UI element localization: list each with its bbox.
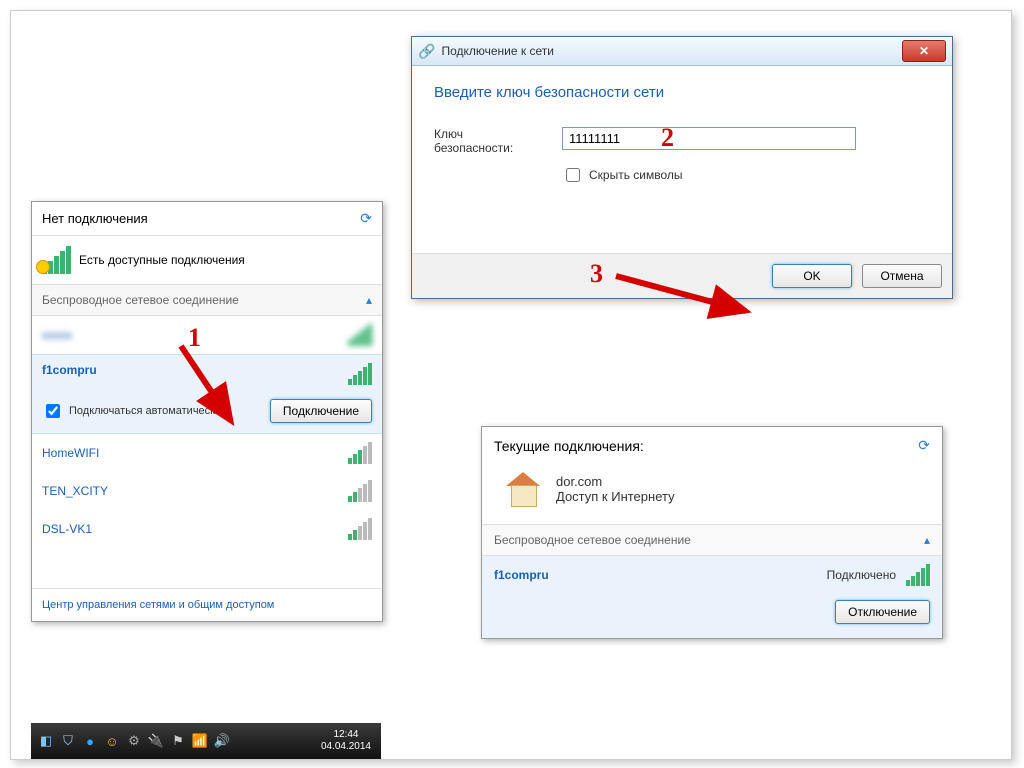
dialog-titlebar[interactable]: 🔗 Подключение к сети ✕ [412, 37, 952, 66]
signal-icon [348, 480, 372, 502]
dialog-title: Подключение к сети [441, 44, 896, 58]
tray-network-icon[interactable]: 📶 [191, 732, 209, 750]
auto-connect-checkbox[interactable] [46, 404, 60, 418]
available-text: Есть доступные подключения [79, 253, 245, 267]
network-name: f1compru [494, 568, 549, 582]
signal-icon [348, 518, 372, 540]
popup3-title: Текущие подключения: [494, 438, 644, 454]
network-item-selected[interactable]: f1compru Подключаться автоматически Подк… [32, 354, 382, 434]
tray-icon[interactable]: ⚙ [125, 732, 143, 750]
ok-button[interactable]: OK [772, 264, 852, 288]
tray-icon[interactable]: ◧ [37, 732, 55, 750]
network-popup: Нет подключения ⟳ Есть доступные подключ… [31, 201, 383, 622]
home-icon [502, 468, 544, 510]
signal-icon [906, 564, 930, 586]
disconnect-button[interactable]: Отключение [835, 600, 930, 624]
connect-button[interactable]: Подключение [270, 399, 372, 423]
chevron-up-icon: ▴ [366, 293, 372, 307]
wireless-section-header[interactable]: Беспроводное сетевое соединение ▴ [32, 284, 382, 316]
key-label: Ключ безопасности: [434, 127, 544, 155]
connection-name: dor.com [556, 474, 675, 489]
tray-icon[interactable]: ⛉ [59, 732, 77, 750]
signal-icon [348, 324, 372, 346]
dialog-heading: Введите ключ безопасности сети [434, 84, 930, 101]
network-name: f1compru [42, 363, 97, 385]
network-item[interactable]: DSL-VK1 [32, 510, 382, 548]
network-item[interactable]: HomeWIFI [32, 434, 382, 472]
section-title-text: Беспроводное сетевое соединение [42, 293, 239, 307]
signal-icon [348, 363, 372, 385]
taskbar: ◧ ⛉ ● ☺ ⚙ 🔌 ⚑ 📶 🔊 12:44 04.04.2014 [31, 723, 381, 759]
network-item-hidden[interactable]: xxxxx [32, 316, 382, 354]
tray-icon[interactable]: ● [81, 732, 99, 750]
tray-volume-icon[interactable]: 🔊 [213, 732, 231, 750]
auto-connect-row[interactable]: Подключаться автоматически [42, 401, 221, 421]
annotation-3: 3 [590, 259, 603, 289]
chevron-up-icon: ▴ [924, 533, 930, 547]
clock-time: 12:44 [321, 729, 371, 741]
network-name: HomeWIFI [42, 446, 99, 460]
tray-icon[interactable]: ☺ [103, 732, 121, 750]
network-item[interactable]: TEN_XCITY [32, 472, 382, 510]
hide-chars-checkbox[interactable] [566, 168, 580, 182]
active-connection-row[interactable]: dor.com Доступ к Интернету [482, 464, 942, 524]
connection-status: Доступ к Интернету [556, 489, 675, 504]
clock-date: 04.04.2014 [321, 741, 371, 753]
current-connections-popup: Текущие подключения: ⟳ dor.com Доступ к … [481, 426, 943, 639]
wireless-section-header[interactable]: Беспроводное сетевое соединение ▴ [482, 524, 942, 556]
dialog-button-row: OK Отмена [412, 253, 952, 298]
annotation-1: 1 [188, 323, 201, 353]
section-title-text: Беспроводное сетевое соединение [494, 533, 691, 547]
network-center-link[interactable]: Центр управления сетями и общим доступом [32, 588, 382, 621]
signal-icon [348, 442, 372, 464]
cancel-button[interactable]: Отмена [862, 264, 942, 288]
connected-network-row[interactable]: f1compru Подключено [482, 556, 942, 594]
available-connections: Есть доступные подключения [32, 236, 382, 284]
network-icon: 🔗 [418, 43, 435, 60]
refresh-icon[interactable]: ⟳ [360, 210, 372, 227]
hide-chars-label: Скрыть символы [589, 168, 683, 182]
tray-flag-icon[interactable]: ⚑ [169, 732, 187, 750]
network-name: xxxxx [42, 328, 72, 342]
auto-connect-label: Подключаться автоматически [69, 405, 221, 417]
signal-icon [42, 246, 71, 274]
network-name: TEN_XCITY [42, 484, 108, 498]
taskbar-clock[interactable]: 12:44 04.04.2014 [321, 729, 375, 753]
network-name: DSL-VK1 [42, 522, 92, 536]
popup-title: Нет подключения [42, 211, 148, 226]
security-key-input[interactable] [562, 127, 856, 150]
tray-plug-icon[interactable]: 🔌 [147, 732, 165, 750]
refresh-icon[interactable]: ⟳ [918, 437, 930, 454]
close-button[interactable]: ✕ [902, 40, 946, 62]
security-key-dialog: 🔗 Подключение к сети ✕ Введите ключ безо… [411, 36, 953, 299]
annotation-2: 2 [661, 123, 674, 153]
network-status: Подключено [827, 568, 896, 582]
